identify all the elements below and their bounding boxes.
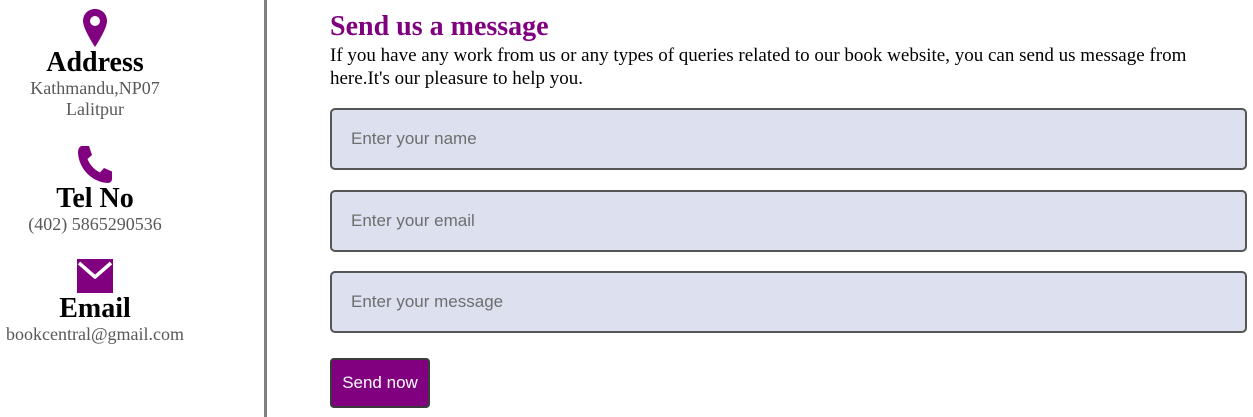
email-heading: Email xyxy=(59,293,131,324)
send-now-button[interactable]: Send now xyxy=(330,358,430,408)
envelope-icon xyxy=(77,259,113,293)
address-heading: Address xyxy=(46,47,144,78)
phone-heading: Tel No xyxy=(56,183,134,214)
message-input[interactable] xyxy=(330,271,1247,333)
phone-block: Tel No (402) 5865290536 xyxy=(0,144,190,235)
name-input[interactable] xyxy=(330,108,1247,170)
address-line-2: Lalitpur xyxy=(66,99,124,119)
phone-number: (402) 5865290536 xyxy=(28,214,162,234)
address-block: Address Kathmandu,NP07 Lalitpur xyxy=(0,8,190,120)
page-description: If you have any work from us or any type… xyxy=(330,45,1187,89)
contact-info-sidebar: Address Kathmandu,NP07 Lalitpur Tel No (… xyxy=(0,0,267,417)
email-address: bookcentral@gmail.com xyxy=(5,324,185,344)
location-pin-icon xyxy=(83,9,107,47)
email-input[interactable] xyxy=(330,190,1247,252)
page-title: Send us a message xyxy=(330,11,549,42)
phone-icon xyxy=(78,146,112,183)
address-line-1: Kathmandu,NP07 xyxy=(30,78,160,98)
email-block: Email bookcentral@gmail.com xyxy=(0,258,190,345)
